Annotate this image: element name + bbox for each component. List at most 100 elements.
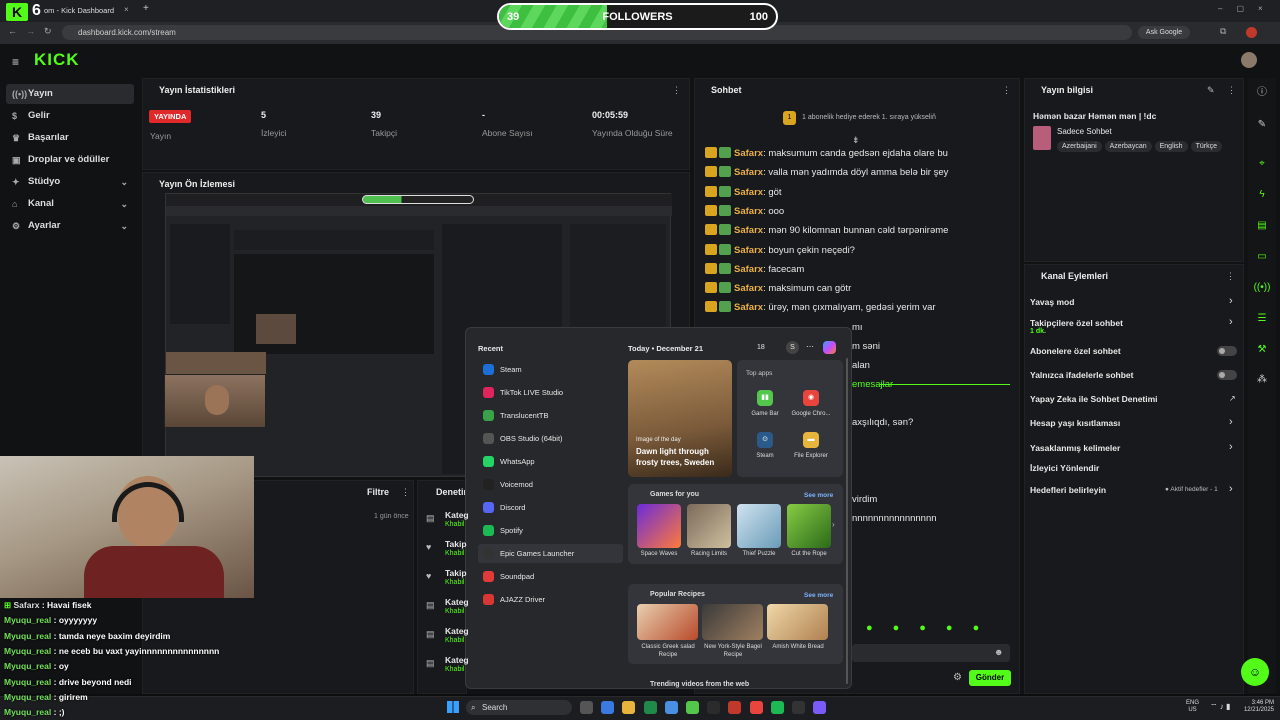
forward-icon[interactable]: → [26, 26, 35, 36]
sidebar-item-broadcast[interactable]: ((•)) Yayın [6, 84, 134, 104]
note-icon[interactable]: ▤ [1252, 216, 1272, 236]
clock[interactable]: 3:46 PM 12/21/2025 [1238, 700, 1274, 714]
chevron-down-icon[interactable]: ⌄ [120, 172, 128, 192]
game-thumb[interactable] [687, 504, 731, 548]
games-next-icon[interactable]: › [832, 520, 835, 529]
stream-tag[interactable]: English [1154, 141, 1188, 152]
tray-lang[interactable]: ENG US [1186, 700, 1199, 714]
game-thumb[interactable] [737, 504, 781, 548]
extensions-icon[interactable]: ⧉ [1220, 26, 1226, 37]
sidebar-item-trophy[interactable]: ♛ Başarılar [6, 128, 134, 148]
games-see-more[interactable]: See more [804, 492, 833, 499]
reload-icon[interactable]: ↻ [44, 26, 52, 37]
chevron-right-icon[interactable]: › [1229, 316, 1233, 328]
chevron-right-icon[interactable]: › [1229, 416, 1233, 428]
more-icon[interactable]: ⋯ [806, 342, 814, 351]
taskbar-app-icon[interactable] [686, 701, 699, 714]
channel-action-row[interactable]: Yasaklanmış kelimeler [1030, 443, 1240, 453]
chevron-right-icon[interactable]: › [1229, 295, 1233, 307]
chevron-down-icon[interactable]: ⌄ [120, 216, 128, 236]
channel-action-row[interactable]: Takipçilere özel sohbet 1 dk. [1030, 318, 1240, 335]
trending-label[interactable]: Trending videos from the web [650, 681, 749, 688]
chat-username[interactable]: Safarx [734, 187, 763, 198]
external-link-icon[interactable]: ↗ [1229, 394, 1236, 403]
menu-icon[interactable]: ≡ [12, 55, 19, 69]
start-app-voicemod[interactable]: Voicemod [478, 475, 623, 494]
sidebar-item-revenue[interactable]: $ Gelir [6, 106, 134, 126]
chat-settings-icon[interactable]: ⚙ [953, 672, 962, 683]
sidebar-item-gift[interactable]: ▣ Droplar ve ödüller [6, 150, 134, 170]
taskbar-app-icon[interactable] [622, 701, 636, 714]
taskbar-app-icon[interactable] [792, 701, 805, 714]
google-chro--icon[interactable]: ◉ [803, 390, 819, 406]
recipe-thumb[interactable] [637, 604, 698, 640]
image-of-day-card[interactable]: Image of the day Dawn light through fros… [628, 360, 732, 477]
taskbar-app-icon[interactable] [728, 701, 742, 714]
send-button[interactable]: Gönder [969, 670, 1011, 686]
game-thumb[interactable] [637, 504, 681, 548]
sidebar-item-gear[interactable]: ⚙ Ayarlar ⌄ [6, 216, 134, 236]
windows-start-icon[interactable] [447, 701, 459, 713]
apps-icon[interactable]: ⁂ [1252, 370, 1272, 390]
server-icon[interactable]: ☰ [1252, 309, 1272, 329]
copilot-icon[interactable] [823, 341, 836, 354]
chat-input[interactable] [852, 644, 1010, 662]
channel-action-row[interactable]: Yapay Zeka ile Sohbet Denetimi [1030, 394, 1240, 404]
file-explorer-icon[interactable]: ▬ [803, 432, 819, 448]
edit-icon[interactable]: ✎ [1207, 85, 1215, 96]
channel-action-row[interactable]: Hesap yaşı kısıtlaması [1030, 418, 1240, 428]
filter-label[interactable]: Filtre [367, 487, 389, 497]
profile-avatar[interactable] [1246, 27, 1257, 38]
close-tab-icon[interactable]: × [124, 5, 129, 14]
chat-username[interactable]: Safarx [734, 302, 763, 313]
start-app-obs-studio-64bit-[interactable]: OBS Studio (64bit) [478, 429, 623, 448]
game-thumb[interactable] [787, 504, 831, 548]
sidebar-item-studio[interactable]: ✦ Stüdyo ⌄ [6, 172, 134, 192]
taskbar-search[interactable]: ⌕ Search [466, 700, 572, 715]
info-kebab-icon[interactable]: ⋮ [1227, 85, 1236, 96]
emoji-icon[interactable]: ☻ [994, 647, 1003, 657]
chat-username[interactable]: Safarx [734, 245, 763, 256]
sidebar-item-channel[interactable]: ⌂ Kanal ⌄ [6, 194, 134, 214]
kick-logo[interactable]: KICK [34, 50, 80, 70]
user-initial[interactable]: S [786, 341, 799, 354]
channel-action-row[interactable]: Yavaş mod [1030, 297, 1240, 307]
moderation-row[interactable]: Kateg [445, 597, 469, 607]
taskbar-app-icon[interactable] [707, 701, 721, 714]
moderation-row[interactable]: Kateg [445, 626, 469, 636]
game-bar-icon[interactable]: ▮▮ [757, 390, 773, 406]
chat-kebab-icon[interactable]: ⋮ [1002, 85, 1011, 96]
start-app-tiktok-live-studio[interactable]: TikTok LIVE Studio [478, 383, 623, 402]
filter-kebab-icon[interactable]: ⋮ [401, 487, 410, 498]
moderation-row[interactable]: Kateg [445, 655, 469, 665]
user-avatar[interactable] [1241, 52, 1257, 68]
ask-google-button[interactable]: Ask Google [1138, 26, 1190, 39]
support-button[interactable]: ☺ [1241, 658, 1269, 686]
start-app-soundpad[interactable]: Soundpad [478, 567, 623, 586]
start-app-discord[interactable]: Discord [478, 498, 623, 517]
taskbar-app-icon[interactable] [813, 701, 827, 714]
chat-username[interactable]: Safarx [734, 264, 763, 275]
browser-tab[interactable]: om - Kick Dashboard [44, 6, 134, 15]
taskbar-app-icon[interactable] [664, 701, 678, 714]
chat-bubble-icon[interactable]: ▭ [1252, 247, 1272, 267]
emote-bar[interactable]: ●●●●● [866, 622, 999, 634]
start-app-whatsapp[interactable]: WhatsApp [478, 452, 623, 471]
recipe-thumb[interactable] [702, 604, 763, 640]
bolt-icon[interactable]: ϟ [1252, 185, 1272, 205]
start-scrollbar[interactable] [846, 358, 848, 684]
taskbar-app-icon[interactable] [643, 701, 657, 714]
chat-username[interactable]: Safarx [734, 225, 763, 236]
start-app-epic-games-launcher[interactable]: Epic Games Launcher [478, 544, 623, 563]
taskbar-app-icon[interactable] [749, 701, 763, 714]
start-app-steam[interactable]: Steam [478, 360, 623, 379]
taskbar-app-icon[interactable] [601, 701, 615, 714]
wrench-icon[interactable]: ⚒ [1252, 340, 1272, 360]
start-app-translucenttb[interactable]: TranslucentTB [478, 406, 623, 425]
stream-tag[interactable]: Azerbaijani [1057, 141, 1102, 152]
chevron-right-icon[interactable]: › [1229, 483, 1233, 495]
taskbar-app-icon[interactable] [770, 701, 784, 714]
back-icon[interactable]: ← [8, 26, 17, 36]
taskbar-app-icon[interactable] [580, 701, 593, 714]
chevron-right-icon[interactable]: › [1229, 441, 1233, 453]
